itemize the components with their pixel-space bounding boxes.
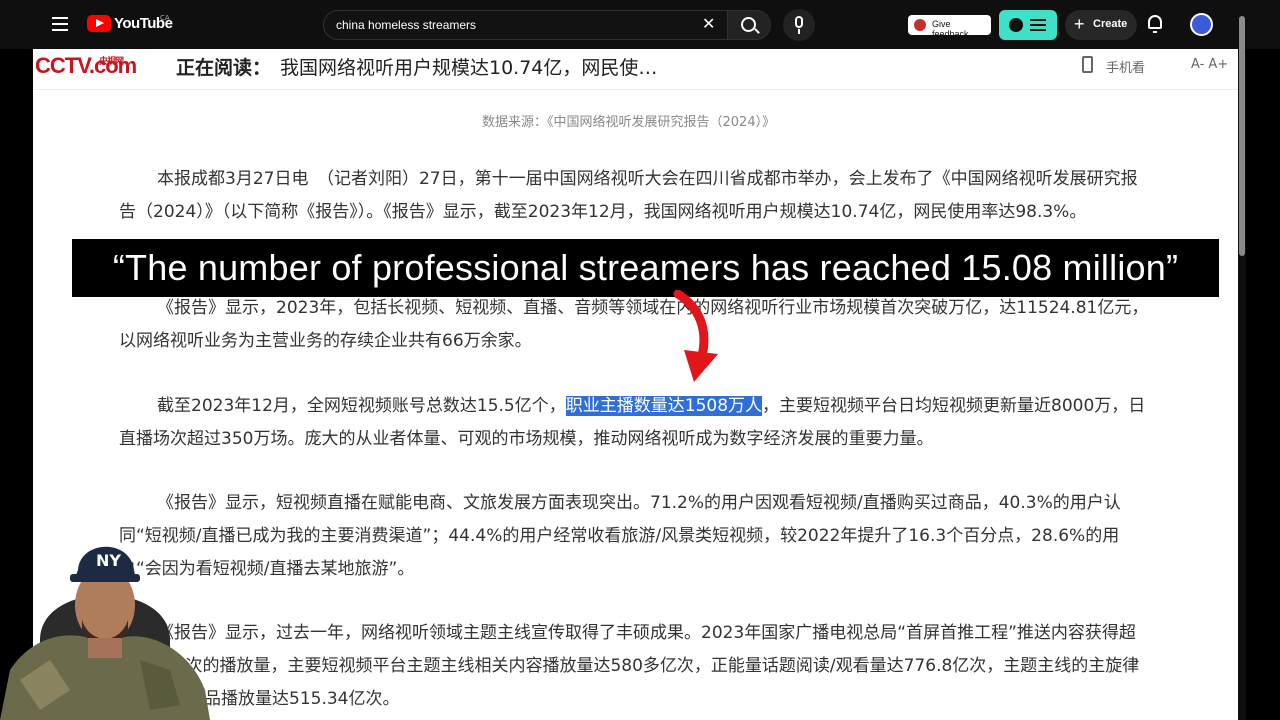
data-source-line: 数据来源：《中国网络视听发展研究报告（2024）》 xyxy=(482,115,776,130)
paragraph-2: 《报告》显示，2023年，包括长视频、短视频、直播、音频等领域在内的网络视听行业… xyxy=(119,298,1149,351)
notifications-bell-icon[interactable] xyxy=(1148,15,1162,33)
account-avatar[interactable] xyxy=(1190,13,1213,36)
phone-icon xyxy=(1082,56,1093,73)
menu-icon[interactable] xyxy=(52,17,68,31)
font-size-controls[interactable]: A- A+ xyxy=(1191,57,1228,72)
webcam-overlay: NY xyxy=(0,546,210,720)
feedback-label: Give feedback xyxy=(932,19,969,39)
highlighted-text: 职业主播数量达1508万人 xyxy=(565,396,763,416)
youtube-play-icon xyxy=(87,15,111,32)
youtube-logo[interactable]: YouTube CA xyxy=(87,14,173,32)
page-scrollbar[interactable] xyxy=(1238,0,1246,720)
search-icon xyxy=(741,17,756,32)
search-button[interactable] xyxy=(727,10,771,40)
article-header: CCTV.com 央视网 正在阅读： 我国网络视听用户规模达10.74亿，网民使… xyxy=(33,49,1238,90)
microphone-icon xyxy=(795,16,803,28)
mobile-view-link[interactable]: 手机看 xyxy=(1082,56,1146,76)
red-arrow-icon xyxy=(673,290,718,382)
give-feedback-button[interactable]: Give feedback xyxy=(908,15,991,39)
create-label: Create xyxy=(1093,18,1128,30)
extension-icon xyxy=(1009,18,1023,32)
feedback-icon xyxy=(914,19,926,31)
search-input[interactable]: china homeless streamers xyxy=(323,10,728,40)
extension-button[interactable] xyxy=(999,10,1057,40)
svg-text:NY: NY xyxy=(96,551,121,570)
paragraph-5: 《报告》显示，过去一年，网络视听领域主题主线宣传取得了丰硕成果。2023年国家广… xyxy=(119,623,1140,709)
mobile-view-label: 手机看 xyxy=(1106,61,1146,76)
country-code: CA xyxy=(160,14,170,22)
paragraph-4: 《报告》显示，短视频直播在赋能电商、文旅发展方面表现突出。71.2%的用户因观看… xyxy=(119,493,1121,579)
paragraph-1: 本报成都3月27日电 （记者刘阳）27日，第十一届中国网络视听大会在四川省成都市… xyxy=(119,169,1138,222)
clear-search-icon[interactable]: ✕ xyxy=(702,14,715,33)
voice-search-button[interactable] xyxy=(783,9,815,41)
create-button[interactable]: + Create xyxy=(1065,10,1137,40)
extension-menu-icon xyxy=(1030,19,1046,34)
cctv-logo[interactable]: CCTV.com 央视网 xyxy=(35,53,137,79)
cctv-logo-cn: 央视网 xyxy=(99,56,124,66)
paragraph-3-start: 截至2023年12月，全网短视频账号总数达15.5亿个， xyxy=(157,396,566,416)
video-caption: “The number of professional streamers ha… xyxy=(72,239,1219,297)
reading-title: 我国网络视听用户规模达10.74亿，网民使… xyxy=(280,57,658,79)
youtube-top-bar: YouTube CA china homeless streamers ✕ Gi… xyxy=(0,0,1280,49)
paragraph-3: 截至2023年12月，全网短视频账号总数达15.5亿个，职业主播数量达1508万… xyxy=(119,390,1149,456)
reading-label: 正在阅读： xyxy=(176,57,272,79)
article-page: CCTV.com 央视网 正在阅读： 我国网络视听用户规模达10.74亿，网民使… xyxy=(33,49,1238,720)
scrollbar-thumb[interactable] xyxy=(1239,16,1245,256)
plus-icon: + xyxy=(1074,14,1085,34)
